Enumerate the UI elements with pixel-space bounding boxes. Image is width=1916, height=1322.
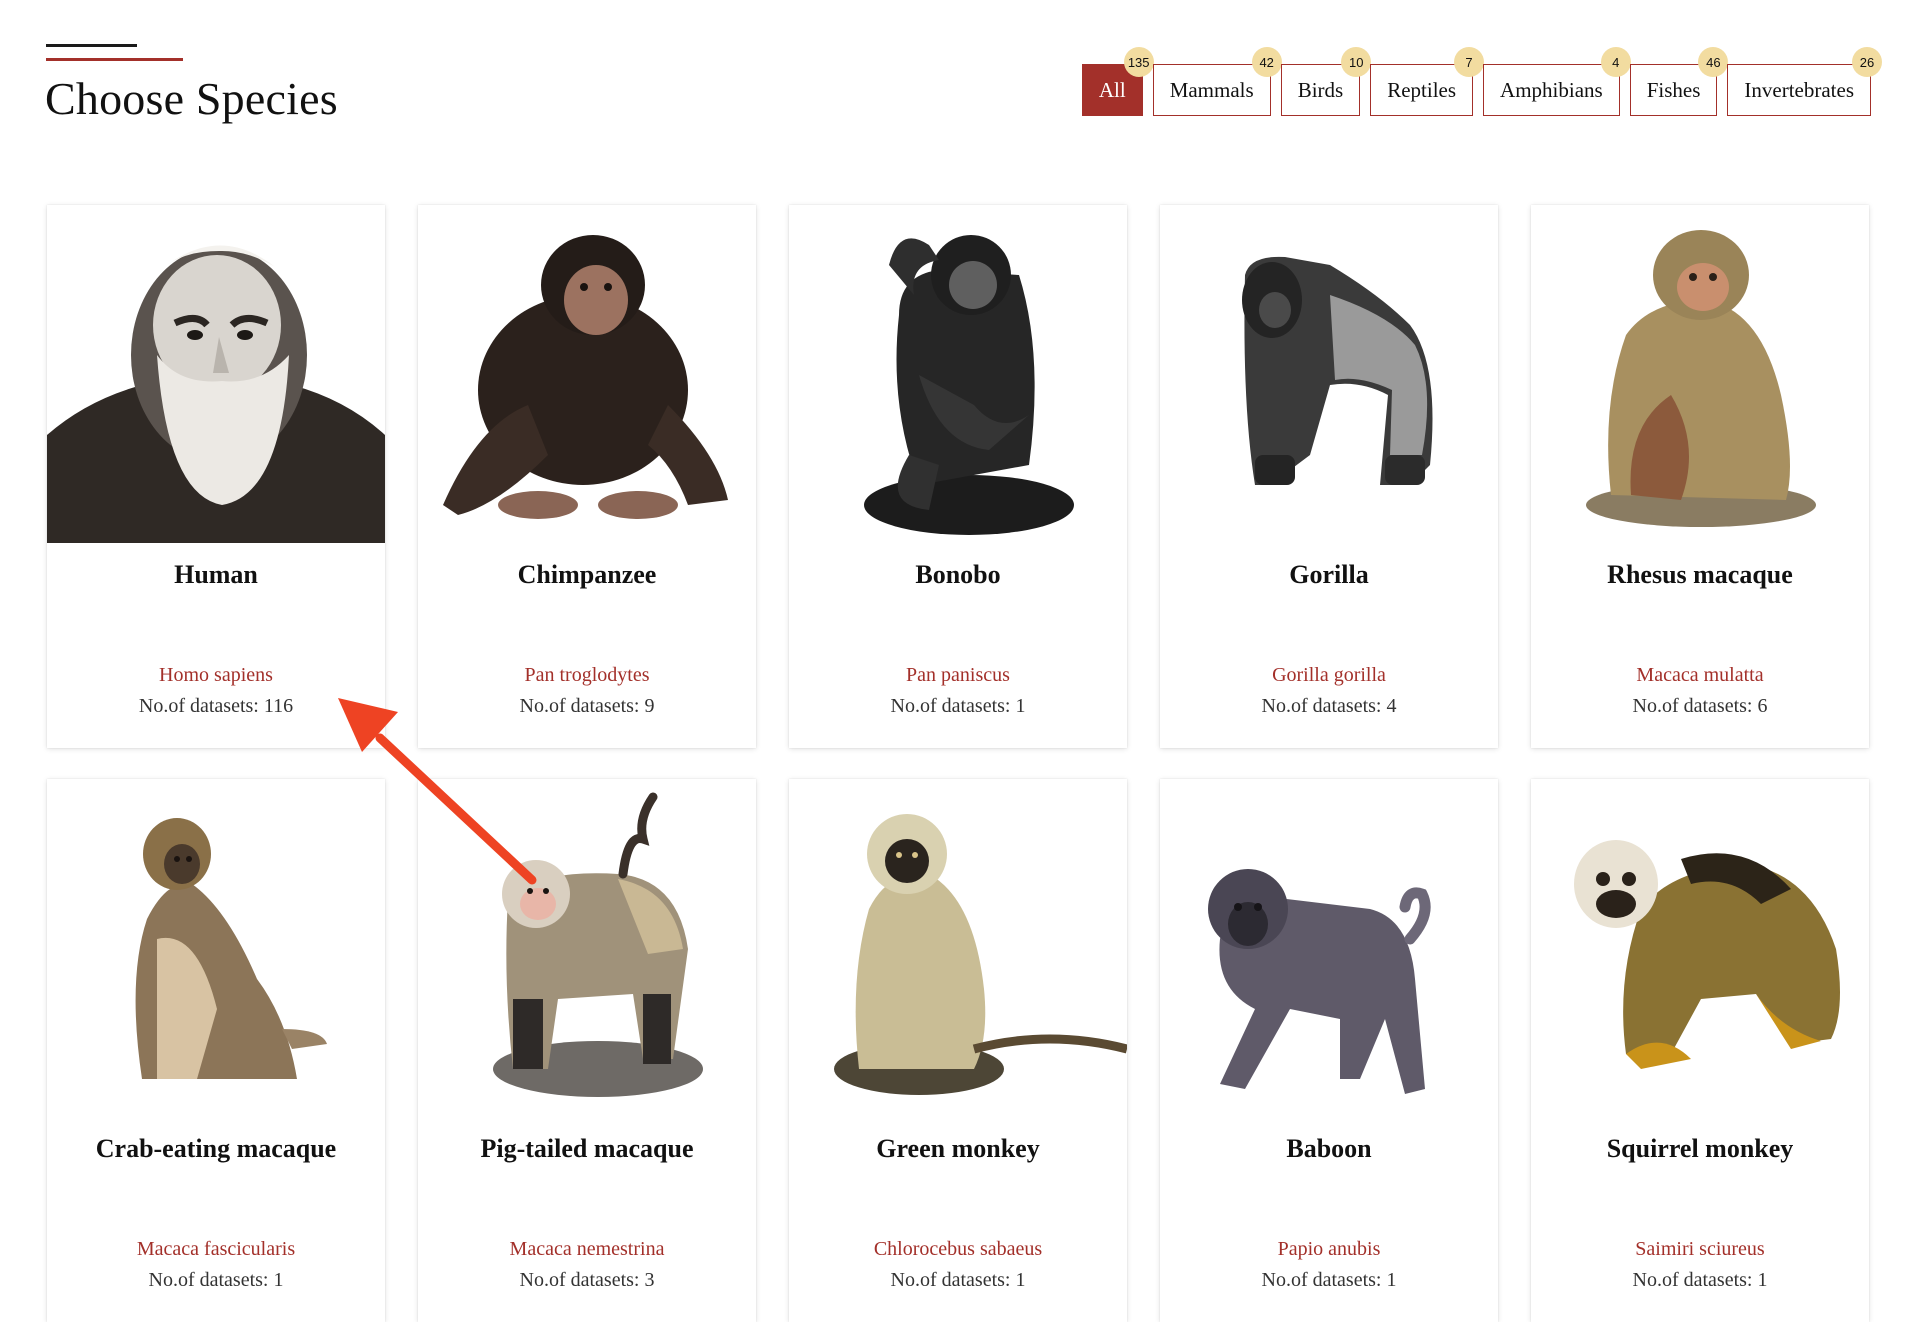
filter-count-badge: 10 xyxy=(1341,47,1372,77)
species-card-human[interactable]: Human Homo sapiens No.of datasets: 116 xyxy=(47,205,385,748)
species-filter-tabs: All 135 Mammals 42 Birds 10 Reptiles 7 A… xyxy=(1081,47,1882,116)
title-rule-red xyxy=(46,58,183,61)
species-card-green-monkey[interactable]: Green monkey Chlorocebus sabaeus No.of d… xyxy=(789,779,1127,1322)
species-card-baboon[interactable]: Baboon Papio anubis No.of datasets: 1 xyxy=(1160,779,1498,1322)
filter-label: Reptiles xyxy=(1387,77,1457,102)
page-title: Choose Species xyxy=(45,73,338,124)
species-card-rhesus-macaque[interactable]: Rhesus macaque Macaca mulatta No.of data… xyxy=(1531,205,1869,748)
species-card-pig-tailed-macaque[interactable]: Pig-tailed macaque Macaca nemestrina No.… xyxy=(418,779,756,1322)
species-dataset-count: No.of datasets: 1 xyxy=(890,1269,1026,1291)
species-scientific-name: Chlorocebus sabaeus xyxy=(873,1238,1043,1260)
filter-mammals[interactable]: Mammals 42 xyxy=(1152,47,1282,116)
species-name: Crab-eating macaque xyxy=(95,1134,337,1163)
filter-label: All xyxy=(1098,77,1126,102)
filter-reptiles[interactable]: Reptiles 7 xyxy=(1370,47,1485,116)
species-scientific-name: Pan troglodytes xyxy=(524,664,650,686)
title-rule-dark xyxy=(46,44,137,47)
baboon-icon xyxy=(1208,869,1431,1094)
filter-count-badge: 26 xyxy=(1852,47,1882,77)
species-name: Bonobo xyxy=(915,560,1001,589)
filter-fishes[interactable]: Fishes 46 xyxy=(1629,47,1729,116)
squirrel-monkey-icon xyxy=(1574,840,1840,1069)
crab-eating-macaque-icon xyxy=(135,818,327,1079)
filter-count-badge: 4 xyxy=(1600,47,1631,77)
species-scientific-name: Pan paniscus xyxy=(906,664,1010,686)
species-dataset-count: No.of datasets: 6 xyxy=(1632,695,1768,717)
species-card-squirrel-monkey[interactable]: Squirrel monkey Saimiri sciureus No.of d… xyxy=(1531,779,1869,1322)
filter-label: Mammals xyxy=(1169,77,1254,102)
filter-amphibians[interactable]: Amphibians 4 xyxy=(1483,47,1631,116)
rhesus-macaque-icon xyxy=(1586,230,1816,527)
species-dataset-count: No.of datasets: 3 xyxy=(519,1269,655,1291)
filter-invertebrates[interactable]: Invertebrates 26 xyxy=(1727,47,1882,116)
filter-label: Birds xyxy=(1297,77,1344,102)
species-scientific-name: Homo sapiens xyxy=(159,664,273,686)
species-scientific-name: Papio anubis xyxy=(1277,1238,1381,1260)
species-dataset-count: No.of datasets: 1 xyxy=(890,695,1026,717)
species-name: Green monkey xyxy=(876,1134,1040,1163)
human-portrait-icon xyxy=(47,205,385,543)
species-card-bonobo[interactable]: Bonobo Pan paniscus No.of datasets: 1 xyxy=(789,205,1127,748)
filter-count-badge: 42 xyxy=(1251,47,1282,77)
species-dataset-count: No.of datasets: 1 xyxy=(148,1269,284,1291)
species-dataset-count: No.of datasets: 116 xyxy=(138,695,294,717)
species-name: Pig-tailed macaque xyxy=(480,1134,694,1163)
filter-label: Invertebrates xyxy=(1744,77,1854,102)
species-name: Chimpanzee xyxy=(517,560,657,589)
pig-tailed-macaque-icon xyxy=(493,792,703,1097)
filter-label: Fishes xyxy=(1646,77,1701,102)
species-card-chimpanzee[interactable]: Chimpanzee Pan troglodytes No.of dataset… xyxy=(418,205,756,748)
filter-count-badge: 7 xyxy=(1454,47,1485,77)
filter-birds[interactable]: Birds 10 xyxy=(1280,47,1372,116)
species-scientific-name: Saimiri sciureus xyxy=(1635,1238,1765,1260)
species-dataset-count: No.of datasets: 4 xyxy=(1261,695,1397,717)
species-name: Rhesus macaque xyxy=(1607,560,1793,589)
species-dataset-count: No.of datasets: 9 xyxy=(519,695,655,717)
species-name: Human xyxy=(174,560,258,589)
gorilla-icon xyxy=(1242,256,1433,485)
filter-count-badge: 46 xyxy=(1698,47,1729,77)
species-dataset-count: No.of datasets: 1 xyxy=(1261,1269,1397,1291)
species-scientific-name: Gorilla gorilla xyxy=(1272,664,1386,686)
species-card-gorilla[interactable]: Gorilla Gorilla gorilla No.of datasets: … xyxy=(1160,205,1498,748)
species-scientific-name: Macaca fascicularis xyxy=(136,1238,296,1260)
species-name: Squirrel monkey xyxy=(1606,1134,1794,1163)
species-dataset-count: No.of datasets: 1 xyxy=(1632,1269,1768,1291)
title-decoration xyxy=(46,44,183,62)
bonobo-icon xyxy=(864,235,1074,535)
species-scientific-name: Macaca mulatta xyxy=(1636,664,1764,686)
chimpanzee-icon xyxy=(443,235,728,519)
green-monkey-icon xyxy=(834,814,1127,1095)
filter-all[interactable]: All 135 xyxy=(1081,47,1154,116)
species-name: Gorilla xyxy=(1289,560,1369,589)
species-card-crab-eating-macaque[interactable]: Crab-eating macaque Macaca fascicularis … xyxy=(47,779,385,1322)
filter-label: Amphibians xyxy=(1500,77,1603,102)
species-scientific-name: Macaca nemestrina xyxy=(509,1238,665,1260)
species-name: Baboon xyxy=(1286,1134,1372,1163)
filter-count-badge: 135 xyxy=(1123,47,1154,77)
